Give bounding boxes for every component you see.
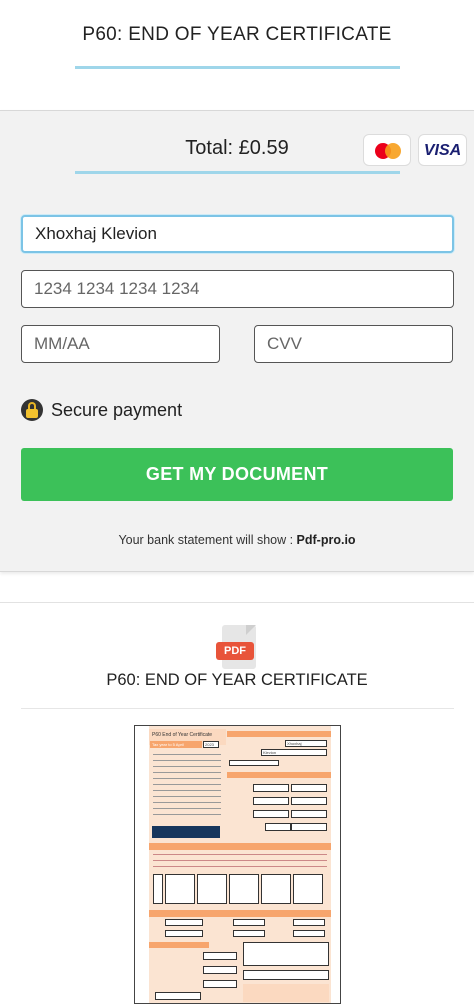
secure-payment-label: Secure payment <box>51 399 183 420</box>
bank-statement-note: Your bank statement will show : Pdf-pro.… <box>0 533 474 547</box>
document-preview[interactable]: P60 End of Year Certificate Tax year to … <box>134 725 341 1004</box>
employee-details-header <box>227 731 331 737</box>
other-details-header <box>149 942 209 948</box>
get-document-button[interactable]: GET MY DOCUMENT <box>21 448 453 501</box>
mastercard-logo <box>363 134 411 166</box>
card-number-input[interactable]: 1234 1234 1234 1234 <box>21 270 454 308</box>
document-divider <box>21 708 454 709</box>
certificate-footer <box>243 984 329 1002</box>
document-title: P60: END OF YEAR CERTIFICATE <box>106 671 368 689</box>
notice-box <box>152 826 220 838</box>
title-underline <box>75 66 400 69</box>
pay-and-tax-header <box>227 772 331 778</box>
visa-logo-text: VISA <box>423 142 462 159</box>
secure-payment-notice: Secure payment <box>21 398 182 422</box>
statutory-payments-header <box>149 910 331 917</box>
expiry-date-input[interactable]: MM/AA <box>21 325 220 363</box>
ni-contributions-header <box>149 843 331 850</box>
tax-year-value: 2023 <box>205 742 214 747</box>
total-underline <box>75 171 400 174</box>
employee-surname: Xhoxhaj <box>287 741 302 746</box>
mastercard-orange-circle <box>385 143 401 159</box>
form-title: P60 End of Year Certificate <box>152 732 213 738</box>
cardholder-name-input[interactable]: Xhoxhaj Klevion <box>21 215 454 253</box>
page-header: P60: END OF YEAR CERTIFICATE <box>0 0 474 110</box>
tax-year-label: Tax year to 5 April <box>152 742 184 747</box>
pdf-badge: PDF <box>216 642 254 660</box>
page-title: P60: END OF YEAR CERTIFICATE <box>82 24 392 45</box>
payment-card: Total: £0.59 VISA Xhoxhaj Klevion 1234 1… <box>0 110 474 572</box>
cvv-input[interactable]: CVV <box>254 325 453 363</box>
pdf-file-icon: PDF <box>216 625 260 671</box>
document-card: PDF P60: END OF YEAR CERTIFICATE P60 End… <box>0 602 474 1004</box>
lock-icon <box>21 399 43 421</box>
visa-logo: VISA <box>418 134 467 166</box>
employee-forename: Klevion <box>263 750 277 755</box>
bank-statement-prefix: Your bank statement will show : <box>118 533 297 547</box>
bank-statement-name: Pdf-pro.io <box>296 533 356 547</box>
